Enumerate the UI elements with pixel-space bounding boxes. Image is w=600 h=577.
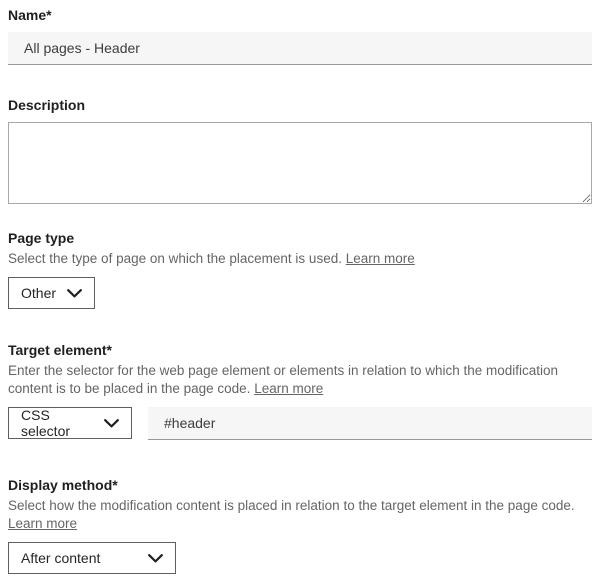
- page-type-learn-more-link[interactable]: Learn more: [346, 251, 415, 266]
- chevron-down-icon: [104, 419, 119, 428]
- target-element-label: Target element*: [8, 342, 592, 359]
- display-method-section: Display method* Select how the modificat…: [8, 477, 592, 574]
- placement-form: Name* Description Page type Select the t…: [8, 7, 592, 574]
- selector-type-dropdown-value: CSS selector: [21, 407, 94, 439]
- target-element-helper: Enter the selector for the web page elem…: [8, 362, 592, 398]
- display-method-label: Display method*: [8, 477, 592, 494]
- display-method-helper-text: Select how the modification content is p…: [8, 498, 575, 513]
- page-type-label: Page type: [8, 230, 592, 247]
- description-label: Description: [8, 97, 592, 114]
- display-method-helper: Select how the modification content is p…: [8, 497, 592, 533]
- selector-type-dropdown[interactable]: CSS selector: [8, 407, 132, 439]
- target-selector-input[interactable]: [148, 407, 592, 440]
- page-type-dropdown[interactable]: Other: [8, 277, 95, 309]
- name-input[interactable]: [8, 32, 592, 65]
- page-type-dropdown-value: Other: [21, 285, 56, 301]
- page-type-helper-text: Select the type of page on which the pla…: [8, 251, 342, 266]
- description-textarea[interactable]: [8, 122, 592, 204]
- name-label: Name*: [8, 7, 592, 24]
- description-section: Description: [8, 97, 592, 204]
- target-element-row: CSS selector: [8, 407, 592, 440]
- target-element-learn-more-link[interactable]: Learn more: [254, 381, 323, 396]
- page-type-helper: Select the type of page on which the pla…: [8, 250, 592, 268]
- target-element-section: Target element* Enter the selector for t…: [8, 342, 592, 440]
- display-method-dropdown-value: After content: [21, 550, 100, 566]
- display-method-learn-more-link[interactable]: Learn more: [8, 516, 77, 531]
- display-method-dropdown[interactable]: After content: [8, 542, 176, 574]
- page-type-section: Page type Select the type of page on whi…: [8, 230, 592, 309]
- chevron-down-icon: [148, 554, 163, 563]
- chevron-down-icon: [67, 289, 82, 298]
- name-section: Name*: [8, 7, 592, 65]
